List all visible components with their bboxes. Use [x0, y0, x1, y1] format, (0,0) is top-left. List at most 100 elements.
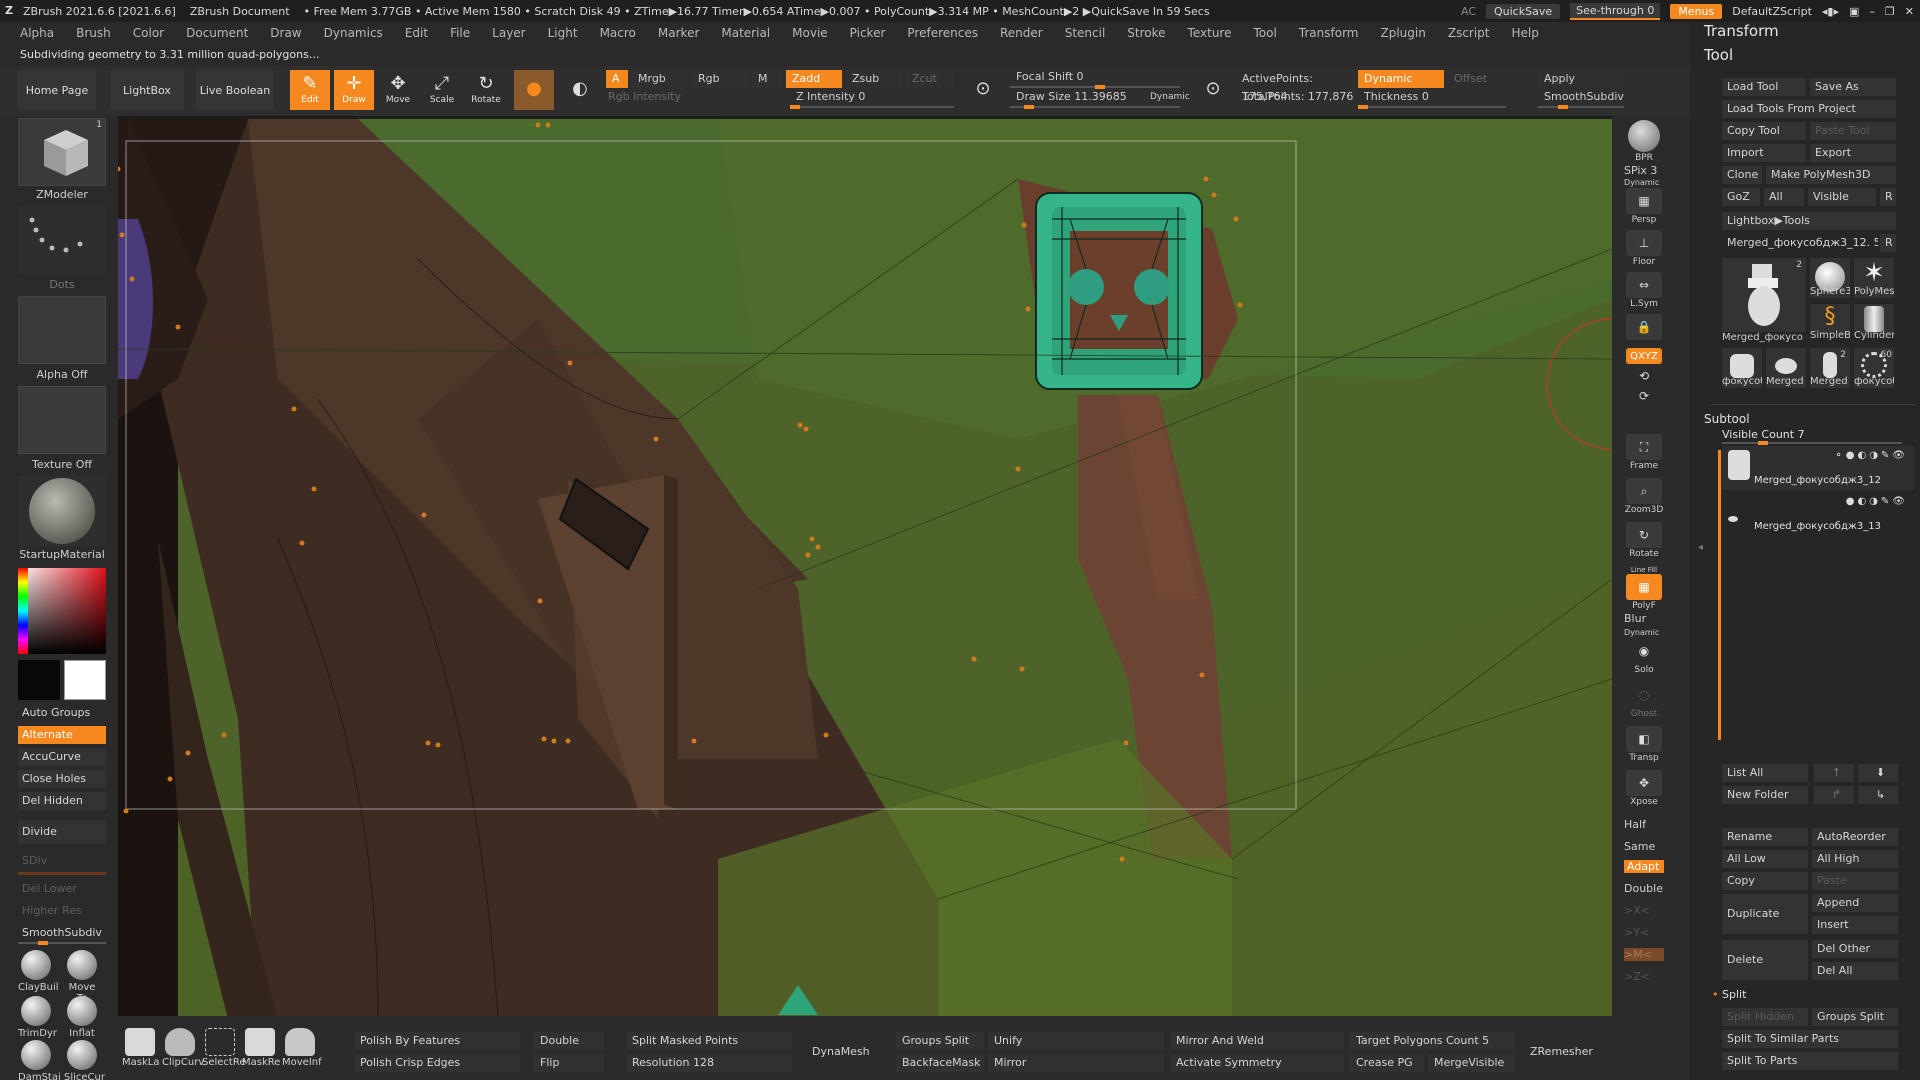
dynamic-persp-toggle[interactable]: Dynamic [1624, 178, 1668, 187]
subtool-controls-icon[interactable]: ●◐◑✎👁 [1846, 496, 1908, 507]
rgb-intensity-slider[interactable]: Rgb Intensity [602, 88, 782, 106]
move-out-folder-icon[interactable]: ↳ [1858, 786, 1898, 804]
dynamic-solo-toggle[interactable]: Dynamic [1624, 628, 1668, 637]
menu-draw[interactable]: Draw [270, 26, 301, 40]
draw-size-track[interactable] [1010, 105, 1180, 109]
goz-all-button[interactable]: All [1764, 188, 1804, 206]
half-button[interactable]: Half [1624, 818, 1668, 831]
current-tool-slider[interactable]: Merged_фокусобдж3_12. 51 [1722, 234, 1878, 252]
delete-button[interactable]: Delete [1722, 940, 1808, 980]
inflate-brush[interactable]: Inflat [64, 996, 100, 1039]
adapt-button[interactable]: Adapt [1624, 860, 1664, 873]
split-hidden-button[interactable]: Split Hidden [1722, 1008, 1808, 1026]
menu-layer[interactable]: Layer [492, 26, 525, 40]
maskrect-tool[interactable]: MaskRe [242, 1028, 280, 1068]
claybuildup-brush[interactable]: ClayBuil [18, 950, 59, 993]
secondary-color-swatch[interactable] [18, 660, 60, 700]
menu-material[interactable]: Material [721, 26, 770, 40]
subtool-header[interactable]: Subtool [1704, 412, 1750, 426]
menu-file[interactable]: File [450, 26, 470, 40]
thickness-slider[interactable]: Thickness 0 [1358, 88, 1506, 106]
menu-help[interactable]: Help [1512, 26, 1539, 40]
dynamesh-button[interactable]: DynaMesh [806, 1032, 882, 1072]
duplicate-button[interactable]: Duplicate [1722, 894, 1808, 934]
goz-visible-button[interactable]: Visible [1808, 188, 1876, 206]
selectrect-tool[interactable]: SelectRe [202, 1028, 246, 1068]
divide-button[interactable]: Divide [18, 820, 106, 844]
alternate-button[interactable]: Alternate [18, 726, 106, 744]
moveinfinite-tool[interactable]: MoveInf [282, 1028, 322, 1068]
rotate-view-button[interactable]: ↻ Rotate [1622, 522, 1666, 559]
resolution-slider[interactable]: Resolution 128 [626, 1054, 792, 1072]
visible-count-slider[interactable]: Visible Count 7 [1722, 428, 1805, 441]
a-toggle[interactable]: A [606, 70, 628, 88]
sym-m-button[interactable]: >M< [1624, 948, 1664, 961]
groups-split-button[interactable]: Groups Split [896, 1032, 984, 1050]
move-up-arrow-icon[interactable]: ↑ [1814, 764, 1854, 782]
activate-symmetry-button[interactable]: Activate Symmetry [1170, 1054, 1344, 1072]
xpose-button[interactable]: ✥ Xpose [1622, 770, 1666, 807]
new-folder-button[interactable]: New Folder [1722, 786, 1808, 804]
ghost-button[interactable]: ◌ Ghost [1622, 682, 1666, 719]
sym-z-button[interactable]: >Z< [1624, 970, 1668, 983]
groups-split-right-button[interactable]: Groups Split [1812, 1008, 1898, 1026]
mrgb-toggle[interactable]: Mrgb [632, 70, 688, 88]
zadd-toggle[interactable]: Zadd [786, 70, 842, 88]
menu-brush[interactable]: Brush [76, 26, 111, 40]
all-low-button[interactable]: All Low [1722, 850, 1808, 868]
menu-dynamics[interactable]: Dynamics [324, 26, 383, 40]
close-holes-button[interactable]: Close Holes [18, 770, 106, 788]
move-mode-button[interactable]: ✥ Move [378, 70, 418, 110]
layout-arrows-icon[interactable]: ◂▮▸ [1822, 5, 1839, 18]
move-down-arrow-icon[interactable]: ⬇ [1858, 764, 1898, 782]
crease-pg-button[interactable]: Crease PG [1350, 1054, 1424, 1072]
menu-tool[interactable]: Tool [1253, 26, 1276, 40]
mirror-and-weld-button[interactable]: Mirror And Weld [1170, 1032, 1344, 1050]
polish-crisp-edges-slider[interactable]: Polish Crisp Edges [354, 1054, 520, 1072]
make-polymesh-button[interactable]: Make PolyMesh3D [1766, 166, 1896, 184]
menu-marker[interactable]: Marker [658, 26, 699, 40]
paste-subtool-button[interactable]: Paste [1812, 872, 1898, 890]
panel-collapse-arrow-icon[interactable]: ◂ [1698, 542, 1706, 582]
sym-y-button[interactable]: >Y< [1624, 926, 1668, 939]
quicksave-button[interactable]: QuickSave [1486, 3, 1561, 19]
m-toggle[interactable]: M [752, 70, 782, 88]
del-all-button[interactable]: Del All [1812, 962, 1898, 980]
zcut-toggle[interactable]: Zcut [906, 70, 954, 88]
texture-thumb[interactable] [18, 386, 106, 454]
subtool-item-2[interactable]: ●◐◑✎👁 Merged_фокусобдж3_13 [1722, 492, 1914, 536]
visible-count-track[interactable] [1722, 441, 1902, 445]
menu-edit[interactable]: Edit [405, 26, 428, 40]
scale-mode-button[interactable]: ⤢ Scale [422, 70, 462, 110]
blur-slider[interactable]: Blur [1624, 612, 1668, 625]
double-sided-button[interactable]: Double [1624, 882, 1668, 895]
smoothsubdiv-left-track[interactable] [18, 941, 106, 945]
z-intensity-slider[interactable]: Z Intensity 0 [790, 88, 954, 106]
menu-transform[interactable]: Transform [1299, 26, 1359, 40]
menu-zscript[interactable]: Zscript [1448, 26, 1490, 40]
z-intensity-track[interactable] [790, 105, 954, 109]
menu-preferences[interactable]: Preferences [907, 26, 978, 40]
load-tool-button[interactable]: Load Tool [1722, 78, 1806, 96]
gradient-sphere-icon[interactable]: ◐ [560, 70, 600, 110]
rename-button[interactable]: Rename [1722, 828, 1808, 846]
dynamic-draw-size[interactable]: Dynamic [1144, 88, 1196, 106]
del-other-button[interactable]: Del Other [1812, 940, 1898, 958]
xyz-button[interactable]: QXYZ [1622, 348, 1666, 365]
menu-macro[interactable]: Macro [600, 26, 636, 40]
home-page-button[interactable]: Home Page [18, 70, 96, 110]
zremesher-button[interactable]: ZRemesher [1524, 1032, 1608, 1072]
polyf-button[interactable]: Line Fill ▦ PolyF [1622, 566, 1666, 611]
dots-stroke-thumb[interactable] [18, 206, 106, 274]
goz-button[interactable]: GoZ [1722, 188, 1760, 206]
auto-groups-button[interactable]: Auto Groups [18, 704, 106, 722]
list-all-button[interactable]: List All [1722, 764, 1808, 782]
move-to-folder-icon[interactable]: ↱ [1814, 786, 1854, 804]
tool-palette-header[interactable]: Tool [1704, 46, 1733, 64]
slicecurve-brush[interactable]: SliceCur [64, 1040, 105, 1080]
import-button[interactable]: Import [1722, 144, 1806, 162]
clone-button[interactable]: Clone [1722, 166, 1762, 184]
focal-shift-slider[interactable]: Focal Shift 0 [1010, 68, 1180, 86]
menu-light[interactable]: Light [548, 26, 578, 40]
bpr-button[interactable]: BPR [1622, 120, 1666, 163]
